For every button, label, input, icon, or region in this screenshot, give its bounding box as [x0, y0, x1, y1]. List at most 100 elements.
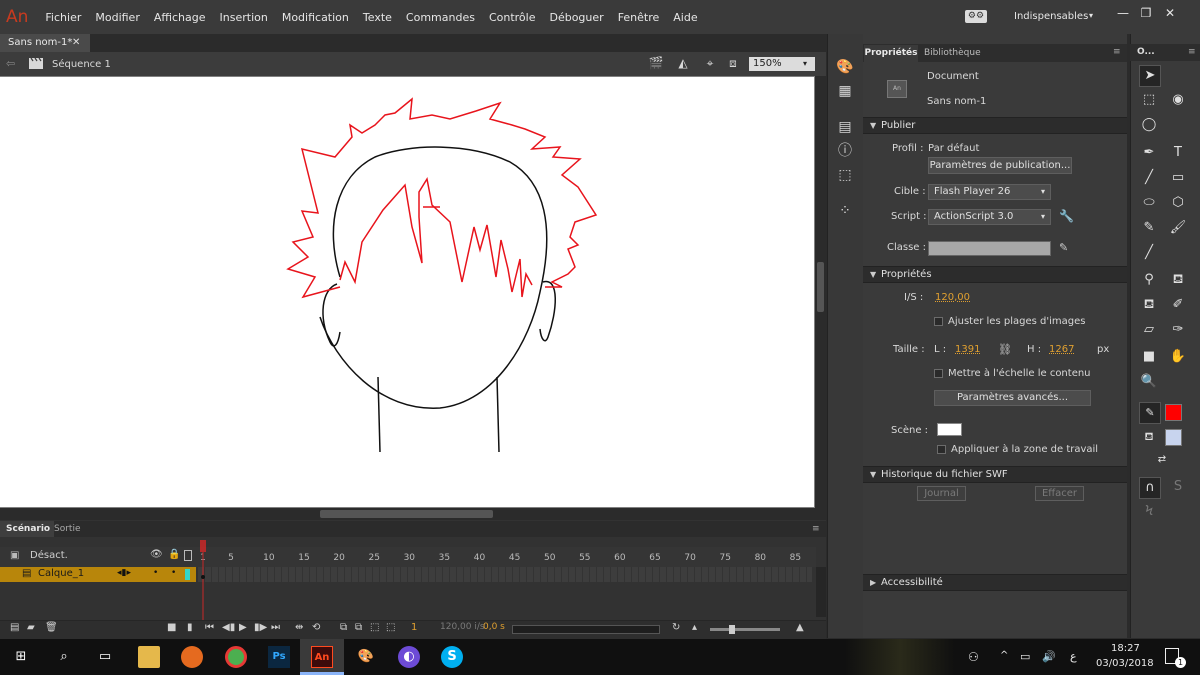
- edit-symbols-icon[interactable]: ◭: [674, 56, 692, 72]
- onion-outline-icon[interactable]: ⧉: [355, 622, 362, 633]
- menu-affichage[interactable]: Affichage: [147, 11, 213, 24]
- windows-start-icon[interactable]: ⊞: [10, 646, 32, 668]
- sync-settings-icon[interactable]: ⚙⚙: [965, 10, 987, 23]
- prev-frame-icon[interactable]: ◀▮: [222, 622, 235, 633]
- panel-menu-icon[interactable]: ≡: [812, 524, 820, 534]
- close-tab-icon[interactable]: ✕: [72, 34, 80, 52]
- onion-skin-icon[interactable]: ⧉: [340, 622, 347, 633]
- clock-time[interactable]: 18:27: [1111, 643, 1140, 654]
- firefox-icon[interactable]: [181, 646, 203, 668]
- fps-value[interactable]: 120,00: [935, 292, 970, 303]
- camera-icon[interactable]: ■: [167, 622, 176, 633]
- back-arrow-icon[interactable]: ⇦: [6, 57, 15, 70]
- stage-color-swatch[interactable]: [937, 423, 962, 436]
- menu-insertion[interactable]: Insertion: [213, 11, 275, 24]
- tab-proprietes[interactable]: Propriétés: [864, 45, 918, 62]
- delete-icon[interactable]: 🗑: [45, 622, 58, 633]
- 3d-rotation-tool-icon[interactable]: ◉: [1168, 90, 1188, 110]
- fill-color-icon[interactable]: ⛾: [1139, 427, 1159, 447]
- polystar-tool-icon[interactable]: ⬡: [1168, 193, 1188, 213]
- subselection-tool-icon[interactable]: ⬚: [1139, 90, 1159, 110]
- input-language[interactable]: ع: [1070, 650, 1077, 663]
- width-tool-icon[interactable]: ✑: [1168, 320, 1188, 340]
- animate-icon[interactable]: An: [311, 646, 333, 668]
- loop-icon[interactable]: ⟲: [312, 622, 320, 633]
- menu-modifier[interactable]: Modifier: [88, 11, 146, 24]
- snap-magnet-icon[interactable]: ∩: [1139, 477, 1161, 499]
- menu-aide[interactable]: Aide: [666, 11, 704, 24]
- visibility-dot[interactable]: •: [153, 568, 158, 578]
- volume-icon[interactable]: 🔊: [1042, 650, 1056, 663]
- edit-scene-icon[interactable]: 🎬: [647, 56, 665, 72]
- timeline-vertical-scrollbar[interactable]: [816, 567, 826, 617]
- ink-bottle-tool-icon[interactable]: ⛾: [1139, 295, 1159, 315]
- people-icon[interactable]: ⚇: [968, 650, 979, 664]
- target-select[interactable]: Flash Player 26 ▾: [928, 184, 1051, 200]
- center-frame-icon[interactable]: ⇹: [295, 622, 303, 633]
- section-historique-swf[interactable]: ▼ Historique du fichier SWF: [863, 466, 1127, 483]
- fit-timeline-icon[interactable]: ↻: [672, 622, 680, 633]
- height-value[interactable]: 1267: [1049, 344, 1074, 355]
- timeline-horizontal-scrollbar[interactable]: [512, 625, 660, 634]
- restore-button[interactable]: ❐: [1138, 5, 1154, 21]
- width-value[interactable]: 1391: [955, 344, 980, 355]
- align-panel-icon[interactable]: ▤: [836, 118, 854, 136]
- chevron-down-icon[interactable]: ▾: [803, 57, 807, 71]
- timeline-zoom-slider[interactable]: [710, 628, 780, 631]
- network-icon[interactable]: ▭: [1020, 650, 1030, 663]
- tab-sortie[interactable]: Sortie: [54, 521, 81, 537]
- file-explorer-icon[interactable]: [138, 646, 160, 668]
- clip-content-icon[interactable]: ⧈: [724, 56, 742, 72]
- paint-bucket-tool-icon[interactable]: ⛾: [1168, 270, 1188, 290]
- swap-colors-icon[interactable]: ⇄: [1152, 450, 1172, 470]
- tab-scenario[interactable]: Scénario: [0, 521, 54, 537]
- paint-icon[interactable]: 🎨: [355, 646, 377, 668]
- eyedropper-tool-icon[interactable]: ✐: [1168, 295, 1188, 315]
- pencil-tool-icon[interactable]: ✎: [1139, 218, 1159, 238]
- panel-menu-icon[interactable]: ≡: [1188, 47, 1196, 57]
- layer-loop-controls[interactable]: ◂▮▸: [117, 568, 131, 578]
- first-frame-icon[interactable]: ⏮: [205, 622, 214, 633]
- hand-tool-icon[interactable]: ✋: [1168, 347, 1188, 367]
- components-panel-icon[interactable]: ⁘: [836, 202, 854, 220]
- eraser-tool-icon[interactable]: ▱: [1139, 320, 1159, 340]
- straighten-icon[interactable]: Ϟ: [1139, 502, 1159, 522]
- menu-fichier[interactable]: Fichier: [38, 11, 88, 24]
- transform-panel-icon[interactable]: ⬚: [836, 166, 854, 184]
- adjust-frames-checkbox[interactable]: [934, 317, 943, 326]
- menu-modification[interactable]: Modification: [275, 11, 356, 24]
- minimize-button[interactable]: —: [1115, 5, 1131, 21]
- center-stage-icon[interactable]: ⌖: [701, 56, 719, 72]
- workspace-switcher[interactable]: Indispensables: [1014, 11, 1088, 22]
- tab-bibliotheque[interactable]: Bibliothèque: [924, 45, 981, 62]
- stage-canvas[interactable]: [0, 77, 814, 507]
- show-hidden-icons[interactable]: ^: [1000, 650, 1008, 661]
- bone-tool-icon[interactable]: ⚲: [1139, 270, 1159, 290]
- section-accessibilite[interactable]: ▶ Accessibilité: [863, 574, 1127, 591]
- rectangle-tool-icon[interactable]: ▭: [1168, 168, 1188, 188]
- paint-brush-tool-icon[interactable]: ╱: [1139, 243, 1159, 263]
- swatches-panel-icon[interactable]: ▦: [836, 82, 854, 100]
- info-panel-icon[interactable]: ⓘ: [836, 142, 854, 160]
- slider-knob[interactable]: [729, 625, 735, 634]
- outline-icon[interactable]: [184, 550, 192, 561]
- line-tool-icon[interactable]: ╱: [1139, 168, 1159, 188]
- advanced-settings-button[interactable]: Paramètres avancés...: [934, 390, 1091, 406]
- clock-date[interactable]: 03/03/2018: [1096, 658, 1154, 669]
- new-layer-icon[interactable]: ▤: [10, 622, 19, 633]
- color-panel-icon[interactable]: 🎨: [836, 58, 854, 76]
- clear-button[interactable]: Effacer: [1035, 486, 1084, 501]
- menu-texte[interactable]: Texte: [356, 11, 399, 24]
- section-proprietes[interactable]: ▼ Propriétés: [863, 266, 1127, 283]
- new-folder-icon[interactable]: ▰: [27, 622, 35, 633]
- current-frame-readout[interactable]: 1: [411, 622, 417, 633]
- horizontal-scroll-thumb[interactable]: [320, 510, 493, 518]
- pencil-icon[interactable]: ✎: [1059, 241, 1068, 254]
- menu-deboguer[interactable]: Déboguer: [542, 11, 610, 24]
- zoom-in-icon[interactable]: ▲: [796, 622, 804, 633]
- next-frame-icon[interactable]: ▮▶: [254, 622, 267, 633]
- eye-icon[interactable]: 👁: [150, 549, 163, 560]
- chrome-icon[interactable]: [225, 646, 247, 668]
- stroke-color-icon[interactable]: ✎: [1139, 402, 1161, 424]
- scale-content-checkbox[interactable]: [934, 369, 943, 378]
